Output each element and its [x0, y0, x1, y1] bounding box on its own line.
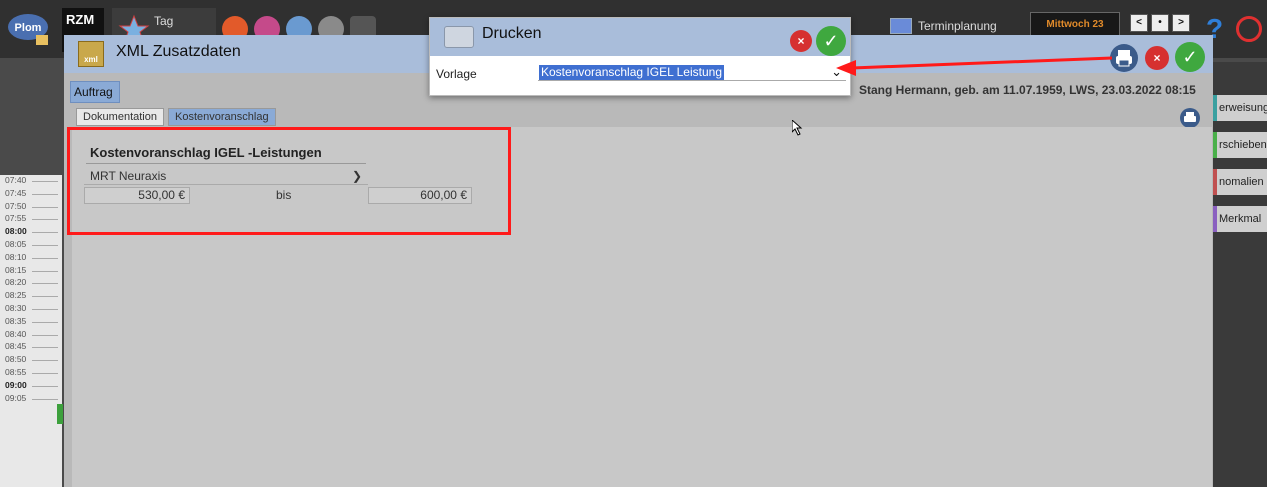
time-slot: 08:55 — [0, 367, 62, 380]
time-slot: 08:15 — [0, 265, 62, 278]
window-title: XML Zusatzdaten — [116, 43, 241, 60]
xml-file-icon: xml — [78, 41, 104, 67]
time-slot: 08:10 — [0, 252, 62, 265]
dialog-close-icon[interactable]: × — [790, 30, 812, 52]
printer-icon — [444, 26, 474, 48]
tab-bar: Dokumentation Kostenvoranschlag — [76, 108, 276, 126]
auftrag-button[interactable]: Auftrag — [70, 81, 120, 103]
calendar-grid-icon — [890, 18, 912, 34]
appointment-marker[interactable] — [57, 404, 63, 424]
print-icon[interactable] — [1110, 44, 1138, 72]
mouse-cursor-icon — [792, 120, 803, 136]
time-slot: 08:30 — [0, 303, 62, 316]
time-slot: 07:55 — [0, 213, 62, 226]
date-nav: < • > — [1130, 14, 1190, 32]
time-slot: 08:45 — [0, 341, 62, 354]
right-panel — [1213, 62, 1267, 487]
plom-logo[interactable]: Plom — [6, 10, 52, 48]
side-button-merkmal[interactable]: Merkmal — [1213, 206, 1267, 232]
terminplanung-button[interactable]: Terminplanung — [890, 18, 997, 34]
vorlage-label: Vorlage — [436, 67, 477, 81]
time-slot: 08:40 — [0, 329, 62, 342]
vorlage-select[interactable]: Kostenvoranschlag IGEL Leistung ⌄ — [538, 64, 846, 81]
time-slot: 08:05 — [0, 239, 62, 252]
side-button-ueberweisung[interactable]: erweisung — [1213, 95, 1267, 121]
confirm-icon[interactable]: ✓ — [1175, 42, 1205, 72]
time-slot: 08:25 — [0, 290, 62, 303]
time-slot: 08:35 — [0, 316, 62, 329]
tag-label: Tag — [154, 14, 174, 28]
dialog-header: Drucken × ✓ — [430, 18, 850, 56]
time-slot: 07:45 — [0, 188, 62, 201]
time-slot: 08:00 — [0, 226, 62, 239]
prev-button[interactable]: < — [1130, 14, 1148, 32]
chevron-down-icon: ⌄ — [831, 64, 842, 79]
time-slot: 09:05 — [0, 393, 62, 406]
time-slot: 07:50 — [0, 201, 62, 214]
next-button[interactable]: > — [1172, 14, 1190, 32]
patient-info: Stang Hermann, geb. am 11.07.1959, LWS, … — [859, 83, 1196, 97]
time-slot: 09:00 — [0, 380, 62, 393]
xml-zusatzdaten-window: xml XML Zusatzdaten × ✓ Auftrag Stang He… — [64, 35, 1213, 487]
today-button[interactable]: • — [1151, 14, 1169, 32]
tab-kostenvoranschlag[interactable]: Kostenvoranschlag — [168, 108, 276, 126]
terminplanung-label: Terminplanung — [918, 19, 997, 33]
svg-text:Plom: Plom — [15, 22, 42, 34]
drucken-dialog: Drucken × ✓ Vorlage Kostenvoranschlag IG… — [429, 17, 851, 96]
highlight-box — [67, 127, 511, 235]
side-button-verschieben[interactable]: rschieben — [1213, 132, 1267, 158]
print-small-icon[interactable] — [1180, 108, 1200, 128]
dialog-confirm-icon[interactable]: ✓ — [816, 26, 846, 56]
tab-dokumentation[interactable]: Dokumentation — [76, 108, 164, 126]
dialog-title: Drucken — [482, 25, 542, 42]
vorlage-value: Kostenvoranschlag IGEL Leistung — [539, 65, 725, 80]
time-slot: 07:40 — [0, 175, 62, 188]
time-column: 07:40 07:45 07:50 07:55 08:00 08:05 08:10 08:15… — [0, 175, 62, 487]
time-slot: 08:20 — [0, 277, 62, 290]
side-button-anomalien[interactable]: nomalien — [1213, 169, 1267, 195]
close-icon[interactable]: × — [1145, 46, 1169, 70]
power-icon[interactable] — [1236, 16, 1262, 42]
time-slot: 08:50 — [0, 354, 62, 367]
